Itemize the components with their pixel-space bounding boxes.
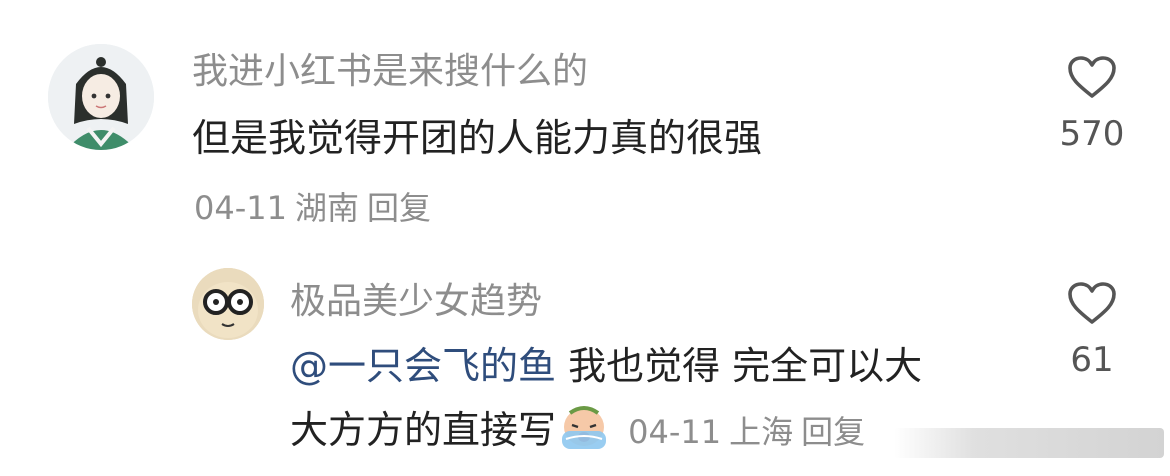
comment-location: 湖南 — [294, 189, 359, 227]
comment-meta: 04-11 湖南 回复 — [194, 188, 439, 228]
reply-button[interactable]: 回复 — [367, 189, 431, 227]
comment-meta: 04-11 上海 回复 — [628, 413, 873, 451]
mention-link[interactable]: @一只会飞的鱼 — [290, 344, 556, 388]
comment-text: 大方方的直接写 — [290, 408, 557, 452]
heart-icon — [1068, 282, 1116, 324]
crying-emoji-icon — [558, 403, 610, 466]
glasses-face-avatar-icon — [192, 268, 264, 340]
like-button[interactable]: 61 — [1032, 280, 1152, 380]
anime-avatar-icon — [48, 44, 154, 150]
comment-username[interactable]: 我进小红书是来搜什么的 — [192, 50, 588, 94]
comment-text: 但是我觉得开团的人能力真的很强 — [192, 116, 763, 160]
avatar[interactable] — [48, 44, 154, 150]
heart-icon — [1068, 56, 1116, 98]
comment-text: 我也觉得 完全可以大 — [556, 344, 923, 388]
comment-item: 我进小红书是来搜什么的 但是我觉得开团的人能力真的很强 04-11 湖南 回复 57… — [0, 0, 1170, 240]
comment-date: 04-11 — [628, 413, 722, 451]
reply-button[interactable]: 回复 — [801, 413, 865, 451]
like-count: 570 — [1059, 114, 1125, 154]
comment-text-line2: 大方方的直接写 04-11 上海 回复 — [290, 402, 873, 466]
comment-date: 04-11 — [194, 189, 287, 227]
comment-username[interactable]: 极品美少女趋势 — [290, 280, 542, 324]
avatar[interactable] — [192, 268, 264, 340]
like-button[interactable]: 570 — [1032, 54, 1152, 154]
like-count: 61 — [1070, 340, 1114, 380]
comment-location: 上海 — [729, 413, 794, 451]
comment-text-line1: @一只会飞的鱼 我也觉得 完全可以大 — [290, 338, 922, 394]
watermark — [894, 428, 1164, 458]
